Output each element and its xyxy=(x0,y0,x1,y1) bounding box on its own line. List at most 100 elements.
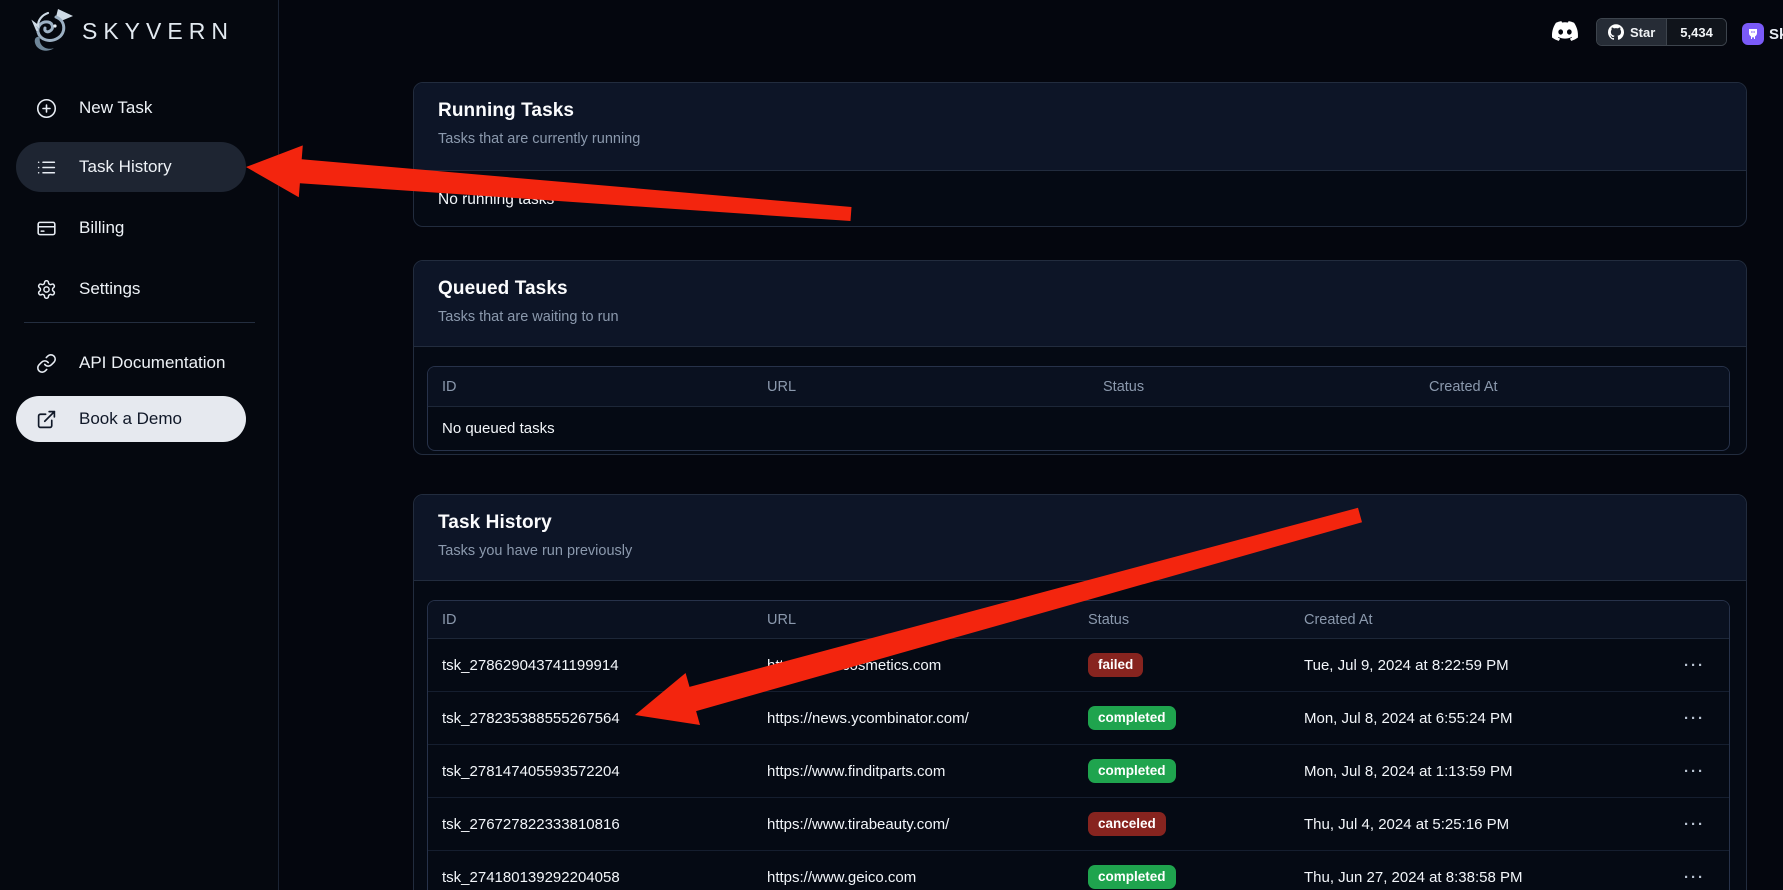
sidebar-item-book-a-demo[interactable]: Book a Demo xyxy=(16,396,246,442)
panel-title: Running Tasks xyxy=(438,100,1722,122)
sidebar-item-label: API Documentation xyxy=(79,353,225,373)
task-status-cell: completed xyxy=(1074,759,1290,783)
row-menu-button[interactable]: ··· xyxy=(1684,710,1705,727)
column-header-created-at: Created At xyxy=(1290,612,1668,628)
sidebar-item-label: Settings xyxy=(79,279,140,299)
row-menu-button[interactable]: ··· xyxy=(1684,657,1705,674)
brand-name: SKYVERN xyxy=(82,18,234,45)
status-badge: completed xyxy=(1088,865,1176,889)
panel-subtitle: Tasks that are currently running xyxy=(438,131,1722,147)
sidebar-item-new-task[interactable]: New Task xyxy=(16,83,246,133)
sidebar-item-label: Book a Demo xyxy=(79,409,182,429)
task-status-cell: completed xyxy=(1074,865,1290,889)
task-url-cell: https://news.ycombinator.com/ xyxy=(753,710,1074,727)
main-content: Star 5,434 Sk Running Tasks Tasks that a… xyxy=(279,0,1783,890)
avatar-glyph-icon xyxy=(1747,28,1759,40)
gear-icon xyxy=(36,279,57,300)
row-menu-button[interactable]: ··· xyxy=(1684,816,1705,833)
column-header-url: URL xyxy=(753,612,1074,628)
avatar[interactable] xyxy=(1742,23,1764,45)
task-url-cell: https://www.finditparts.com xyxy=(753,763,1074,780)
table-header-row: ID URL Status Created At xyxy=(428,367,1729,407)
sidebar-item-task-history[interactable]: Task History xyxy=(16,142,246,192)
task-created-at-cell: Tue, Jul 9, 2024 at 8:22:59 PM xyxy=(1290,657,1668,674)
task-id-cell: tsk_276727822333810816 xyxy=(428,816,753,833)
row-menu-button[interactable]: ··· xyxy=(1684,763,1705,780)
github-star-button[interactable]: Star xyxy=(1597,19,1666,45)
row-actions-cell: ··· xyxy=(1668,816,1729,833)
task-id-cell: tsk_278147405593572204 xyxy=(428,763,753,780)
status-badge: completed xyxy=(1088,759,1176,783)
panel-title: Task History xyxy=(438,512,1722,534)
queued-tasks-table: ID URL Status Created At No queued tasks xyxy=(427,366,1730,451)
empty-row: No queued tasks xyxy=(428,407,1729,450)
external-link-icon xyxy=(36,409,57,430)
sidebar-item-label: Billing xyxy=(79,218,124,238)
column-header-status: Status xyxy=(1074,612,1290,628)
queued-tasks-panel: Queued Tasks Tasks that are waiting to r… xyxy=(413,260,1747,455)
github-star-count[interactable]: 5,434 xyxy=(1666,19,1726,45)
profile-name[interactable]: Sk xyxy=(1769,26,1783,43)
task-created-at-cell: Thu, Jul 4, 2024 at 5:25:16 PM xyxy=(1290,816,1668,833)
list-icon xyxy=(36,157,57,178)
sidebar-divider xyxy=(24,322,255,323)
queued-tasks-header: Queued Tasks Tasks that are waiting to r… xyxy=(414,261,1746,347)
task-status-cell: failed xyxy=(1074,653,1290,677)
sidebar-item-billing[interactable]: Billing xyxy=(16,203,246,253)
row-actions-cell: ··· xyxy=(1668,710,1729,727)
task-status-cell: completed xyxy=(1074,706,1290,730)
task-url-cell: https://www.tirabeauty.com/ xyxy=(753,816,1074,833)
sidebar-item-label: Task History xyxy=(79,157,172,177)
row-actions-cell: ··· xyxy=(1668,763,1729,780)
column-header-id: ID xyxy=(428,612,753,628)
skyvern-logo: SKYVERN xyxy=(28,5,248,57)
column-header-id: ID xyxy=(428,379,753,395)
running-tasks-panel: Running Tasks Tasks that are currently r… xyxy=(413,82,1747,227)
table-row[interactable]: tsk_274180139292204058 https://www.geico… xyxy=(428,851,1729,890)
no-queued-tasks-text: No queued tasks xyxy=(428,420,753,437)
column-header-url: URL xyxy=(753,379,1089,395)
row-actions-cell: ··· xyxy=(1668,657,1729,674)
task-id-cell: tsk_274180139292204058 xyxy=(428,869,753,886)
github-icon xyxy=(1608,24,1624,40)
github-star-widget[interactable]: Star 5,434 xyxy=(1596,18,1727,46)
table-row[interactable]: tsk_278147405593572204 https://www.findi… xyxy=(428,745,1729,798)
task-history-panel: Task History Tasks you have run previous… xyxy=(413,494,1747,890)
sidebar-item-label: New Task xyxy=(79,98,152,118)
dragon-logo-icon xyxy=(28,7,74,55)
task-created-at-cell: Mon, Jul 8, 2024 at 1:13:59 PM xyxy=(1290,763,1668,780)
sidebar-item-settings[interactable]: Settings xyxy=(16,264,246,314)
task-id-cell: tsk_278629043741199914 xyxy=(428,657,753,674)
table-row[interactable]: tsk_278629043741199914 https://tartecosm… xyxy=(428,639,1729,692)
discord-icon[interactable] xyxy=(1550,18,1580,44)
no-running-tasks-text: No running tasks xyxy=(414,171,1746,227)
running-tasks-header: Running Tasks Tasks that are currently r… xyxy=(414,83,1746,171)
task-history-header: Task History Tasks you have run previous… xyxy=(414,495,1746,581)
sidebar-item-api-documentation[interactable]: API Documentation xyxy=(16,338,246,388)
column-header-status: Status xyxy=(1089,379,1415,395)
task-id-cell: tsk_278235388555267564 xyxy=(428,710,753,727)
panel-subtitle: Tasks you have run previously xyxy=(438,543,1722,559)
column-header-created-at: Created At xyxy=(1415,379,1729,395)
status-badge: completed xyxy=(1088,706,1176,730)
task-status-cell: canceled xyxy=(1074,812,1290,836)
status-badge: canceled xyxy=(1088,812,1166,836)
table-row[interactable]: tsk_278235388555267564 https://news.ycom… xyxy=(428,692,1729,745)
link-icon xyxy=(36,353,57,374)
table-header-row: ID URL Status Created At xyxy=(428,601,1729,639)
github-star-label: Star xyxy=(1630,25,1655,40)
task-created-at-cell: Thu, Jun 27, 2024 at 8:38:58 PM xyxy=(1290,869,1668,886)
task-url-cell: https://tartecosmetics.com xyxy=(753,657,1074,674)
row-actions-cell: ··· xyxy=(1668,869,1729,886)
plus-circle-icon xyxy=(36,98,57,119)
panel-title: Queued Tasks xyxy=(438,278,1722,300)
task-history-table: ID URL Status Created At tsk_27862904374… xyxy=(427,600,1730,890)
panel-subtitle: Tasks that are waiting to run xyxy=(438,309,1722,325)
status-badge: failed xyxy=(1088,653,1143,677)
sidebar: SKYVERN New Task Task History Billing Se… xyxy=(0,0,279,890)
task-url-cell: https://www.geico.com xyxy=(753,869,1074,886)
table-row[interactable]: tsk_276727822333810816 https://www.tirab… xyxy=(428,798,1729,851)
row-menu-button[interactable]: ··· xyxy=(1684,869,1705,886)
task-created-at-cell: Mon, Jul 8, 2024 at 6:55:24 PM xyxy=(1290,710,1668,727)
credit-card-icon xyxy=(36,218,57,239)
